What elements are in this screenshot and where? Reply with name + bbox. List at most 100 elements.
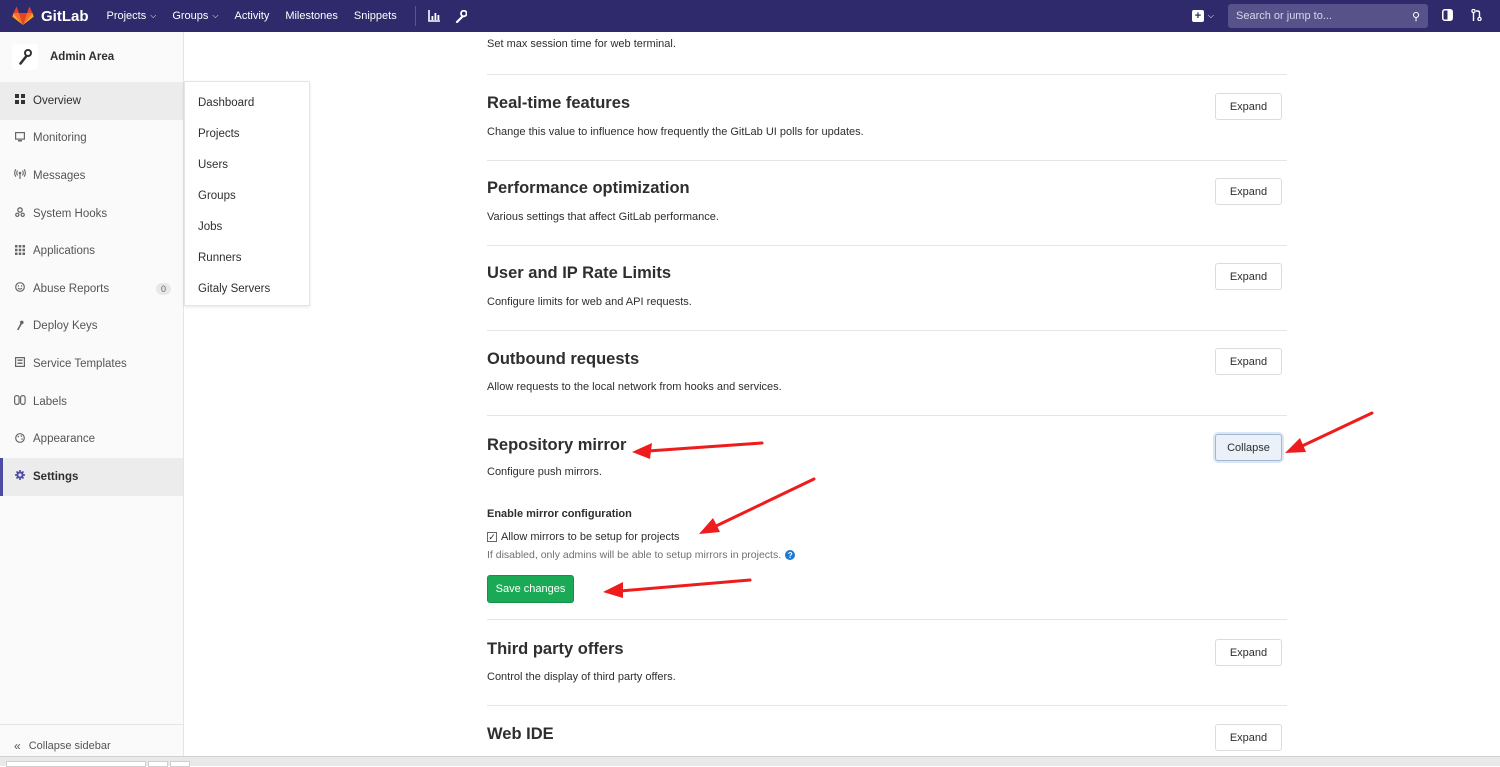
new-dropdown-button[interactable]: + ⌵: [1191, 10, 1214, 22]
sidebar-item-messages[interactable]: Messages: [0, 157, 183, 195]
section-repository-mirror: Repository mirror Configure push mirrors…: [487, 416, 1287, 620]
sidebar-item-overview[interactable]: Overview: [0, 82, 183, 120]
flyout-item-projects[interactable]: Projects: [185, 118, 309, 149]
browser-bottom-strip: [0, 756, 1500, 767]
sidebar: Admin Area Overview Monitoring Messages …: [0, 32, 184, 766]
question-icon[interactable]: ?: [785, 550, 796, 560]
gear-icon: [14, 470, 26, 483]
flyout-item-jobs[interactable]: Jobs: [185, 211, 309, 242]
nav-projects[interactable]: Projects ⌵: [107, 10, 157, 22]
status-bar-field: [6, 761, 146, 767]
section-performance-optimization: Performance optimization Various setting…: [487, 161, 1287, 246]
search-input[interactable]: [1236, 10, 1412, 22]
wrench-icon[interactable]: [455, 9, 467, 23]
sidebar-item-label: Deploy Keys: [33, 320, 98, 333]
smiley-icon: [14, 282, 26, 295]
sidebar-title: Admin Area: [50, 51, 115, 63]
section-title: Repository mirror: [487, 436, 627, 454]
flyout-item-gitaly-servers[interactable]: Gitaly Servers: [185, 273, 309, 304]
expand-button[interactable]: Expand: [1215, 263, 1282, 290]
section-third-party-offers: Third party offers Control the display o…: [487, 620, 1287, 706]
palette-icon: [14, 432, 26, 446]
sidebar-item-label: Monitoring: [33, 132, 87, 145]
section-title: User and IP Rate Limits: [487, 264, 672, 282]
sidebar-item-deploy-keys[interactable]: Deploy Keys: [0, 308, 183, 346]
flyout-item-groups[interactable]: Groups: [185, 180, 309, 211]
sidebar-item-service-templates[interactable]: Service Templates: [0, 345, 183, 383]
nav-activity[interactable]: Activity: [234, 10, 269, 22]
sidebar-item-appearance[interactable]: Appearance: [0, 420, 183, 458]
flyout-item-users[interactable]: Users: [185, 149, 309, 180]
sidebar-item-label: Overview: [33, 94, 81, 107]
sidebar-item-labels[interactable]: Labels: [0, 383, 183, 421]
section-desc: Change this value to influence how frequ…: [487, 126, 864, 138]
mirror-config-label: Enable mirror configuration: [487, 508, 632, 520]
sidebar-item-label: Service Templates: [33, 357, 127, 370]
save-changes-button[interactable]: Save changes: [487, 575, 574, 603]
key-icon: [14, 320, 26, 333]
broadcast-icon: [14, 169, 26, 182]
section-title: Third party offers: [487, 640, 624, 658]
issues-icon[interactable]: [1442, 8, 1453, 24]
hook-icon: [14, 207, 26, 220]
plus-icon: +: [1191, 10, 1204, 22]
gitlab-logo-icon: [12, 6, 34, 25]
status-bar-field: [170, 761, 190, 767]
sidebar-item-label: Settings: [33, 470, 79, 483]
chevron-down-icon: ⌵: [212, 11, 219, 20]
flyout-item-runners[interactable]: Runners: [185, 242, 309, 273]
flyout-item-dashboard[interactable]: Dashboard: [185, 87, 309, 118]
expand-button[interactable]: Expand: [1215, 724, 1282, 751]
section-title: Real-time features: [487, 94, 631, 112]
brand[interactable]: GitLab: [12, 0, 89, 32]
section-title: Web IDE: [487, 725, 554, 743]
allow-mirrors-label[interactable]: Allow mirrors to be setup for projects: [501, 531, 680, 543]
sidebar-item-label: Messages: [33, 169, 86, 182]
admin-wrench-icon: [12, 44, 38, 70]
web-terminal-desc: Set max session time for web terminal.: [487, 38, 676, 50]
section-web-ide: Web IDE Expand: [487, 706, 1287, 756]
sidebar-item-applications[interactable]: Applications: [0, 232, 183, 270]
chevron-down-icon: ⌵: [150, 11, 157, 20]
sidebar-item-abuse-reports[interactable]: Abuse Reports 0: [0, 270, 183, 308]
mirror-help-label: If disabled, only admins will be able to…: [487, 549, 782, 561]
monitor-icon: [14, 131, 26, 145]
sidebar-item-label: Appearance: [33, 433, 96, 446]
abuse-count-badge: 0: [155, 282, 171, 295]
nav-separator: [414, 6, 416, 26]
chart-icon[interactable]: [427, 10, 441, 22]
search-icon[interactable]: ⚲: [1412, 10, 1420, 23]
overview-flyout-menu: Dashboard Projects Users Groups Jobs Run…: [184, 81, 310, 306]
section-desc: Various settings that affect GitLab perf…: [487, 211, 719, 223]
expand-button[interactable]: Expand: [1215, 178, 1282, 205]
sidebar-item-label: Abuse Reports: [33, 282, 110, 295]
merge-request-icon[interactable]: [1471, 8, 1482, 24]
expand-button[interactable]: Expand: [1215, 348, 1282, 375]
section-rate-limits: User and IP Rate Limits Configure limits…: [487, 246, 1287, 331]
top-navbar: GitLab Projects ⌵ Groups ⌵ Activity Milest…: [0, 0, 1500, 32]
status-bar-field: [148, 761, 168, 767]
section-title: Performance optimization: [487, 179, 690, 197]
apps-icon: [14, 244, 26, 258]
section-realtime-features: Real-time features Change this value to …: [487, 75, 1287, 161]
sidebar-item-settings[interactable]: Settings: [0, 457, 183, 496]
allow-mirrors-checkbox[interactable]: ✓: [487, 532, 497, 542]
sidebar-item-label: System Hooks: [33, 207, 108, 220]
section-desc: Allow requests to the local network from…: [487, 381, 782, 393]
expand-button[interactable]: Expand: [1215, 639, 1282, 666]
double-chevron-left-icon: «: [14, 738, 21, 753]
nav-groups[interactable]: Groups ⌵: [172, 10, 218, 22]
section-title: Outbound requests: [487, 350, 640, 368]
sidebar-header[interactable]: Admin Area: [0, 32, 183, 82]
sidebar-item-label: Labels: [33, 395, 67, 408]
sidebar-item-monitoring[interactable]: Monitoring: [0, 120, 183, 158]
nav-snippets[interactable]: Snippets: [354, 10, 397, 22]
template-icon: [14, 357, 26, 370]
collapse-button[interactable]: Collapse: [1215, 434, 1282, 461]
nav-milestones[interactable]: Milestones: [285, 10, 338, 22]
search-box: ⚲: [1228, 4, 1428, 28]
expand-button[interactable]: Expand: [1215, 93, 1282, 120]
sidebar-item-label: Applications: [33, 245, 96, 258]
nav-groups-label: Groups: [172, 10, 209, 22]
sidebar-item-system-hooks[interactable]: System Hooks: [0, 195, 183, 233]
